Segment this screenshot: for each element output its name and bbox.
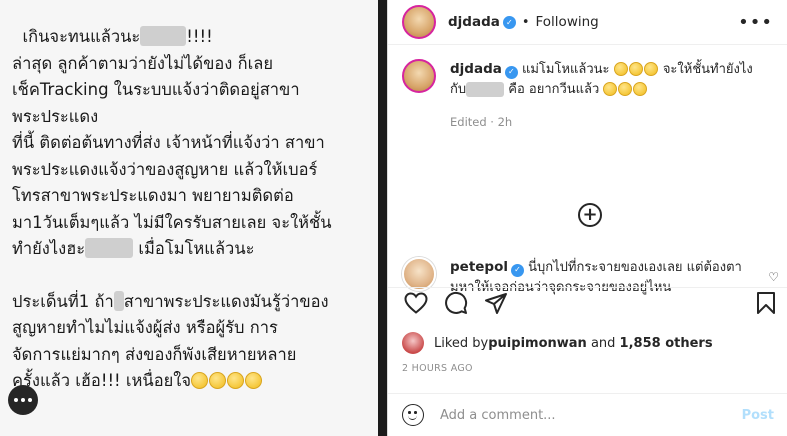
load-more-icon[interactable]: + [578, 203, 602, 227]
caption-text-1: แม่โมโหแล้วนะ [517, 62, 610, 77]
post-panel: djdada ✓ • Following ••• djdada ✓ แม่โมโห… [387, 0, 787, 436]
post-timestamp[interactable]: 2 HOURS AGO [402, 363, 473, 374]
image-text-line: เกินจะทนแล้วนะ!!!! [12, 24, 382, 51]
emoji-icon [603, 82, 618, 96]
comment-input[interactable] [440, 407, 734, 423]
image-text-segment: เช็คTracking ในระบบแจ้งว่าติดอยู่สาขา [12, 80, 300, 99]
image-text-line: ที่นี้ ติดต่อต้นทางที่ส่ง เจ้าหน้าที่แจ้… [12, 130, 382, 157]
caption-text-4: คือ อยากวีนแล้ว [504, 82, 600, 97]
image-text-line: พระประแดงแจ้งว่าของสูญหาย แล้วให้เบอร์ [12, 157, 382, 184]
liker-username[interactable]: puipimonwan [488, 336, 587, 351]
emoji-icon [618, 82, 633, 96]
blurred-text [85, 238, 134, 258]
commenter-username[interactable]: petepol [450, 259, 508, 275]
post-image-text: เกินจะทนแล้วนะ!!!! ล่าสุด ลูกค้าตามว่ายัง… [12, 24, 382, 395]
post-image: เกินจะทนแล้วนะ!!!! ล่าสุด ลูกค้าตามว่ายัง… [0, 0, 387, 436]
emoji-icon [245, 372, 263, 389]
image-text-segment: โทรสาขาพระประแดงมา พยายามติดต่อ [12, 186, 294, 205]
emoji-icon [227, 372, 245, 389]
separator: • [521, 14, 530, 30]
emoji-icon [613, 62, 628, 76]
comment-like-heart-icon[interactable]: ♡ [768, 270, 779, 284]
image-text-segment: เมื่อโมโหแล้วนะ [133, 239, 255, 258]
image-text-segment: ทำยังไงฮะ [12, 239, 86, 258]
liker-avatar[interactable] [402, 332, 424, 354]
blurred-text [113, 290, 124, 311]
image-text-line: มา1วันเต็มๆแล้ว ไม่มีใครรับสายเลย จะให้ช… [12, 210, 382, 237]
likes-summary: Liked by puipimonwan and 1,858 others [402, 332, 713, 354]
share-icon[interactable] [484, 292, 508, 314]
following-button[interactable]: Following [536, 14, 599, 30]
image-text-line: โทรสาขาพระประแดงมา พยายามติดต่อ [12, 183, 382, 210]
blurred-text [466, 82, 505, 97]
image-text-line: สูญหายทำไมไม่แจ้งผู้ส่ง หรือผู้รับ การ [12, 315, 382, 342]
image-text-segment: ครั้งแล้ว เฮ้อ!!! เหนื่อยใจ [12, 371, 192, 390]
author-avatar[interactable] [402, 5, 436, 39]
image-text-line: ครั้งแล้ว เฮ้อ!!! เหนื่อยใจ [12, 368, 382, 395]
emoji-icon [628, 62, 643, 76]
post-header: djdada ✓ • Following ••• [388, 0, 787, 45]
image-text-segment: สูญหายทำไมไม่แจ้งผู้ส่ง หรือผู้รับ การ [12, 318, 278, 337]
verified-badge-icon: ✓ [502, 15, 516, 29]
caption-edited-meta: Edited · 2h [450, 115, 513, 129]
post-comment-button[interactable]: Post [742, 408, 774, 423]
image-text-line: พระประแดง [12, 104, 382, 131]
image-text-segment: จัดการแย่มากๆ ส่งของก็พังเสียหายหลาย [12, 344, 297, 364]
image-text-segment: สาขาพระประแดงมันรู้ว่าของ [123, 291, 329, 311]
caption-text-2: จะให้ชั้นทำยังไง [658, 62, 753, 77]
image-text-line: จัดการแย่มากๆ ส่งของก็พังเสียหายหลาย [12, 342, 382, 369]
image-text-segment: เกินจะทนแล้วนะ [12, 27, 141, 46]
emoji-picker-icon[interactable] [402, 404, 424, 426]
image-text-line: เช็คTracking ในระบบแจ้งว่าติดอยู่สาขา [12, 77, 382, 104]
caption-text-3: กับ [450, 82, 467, 97]
image-text-line: ประเด็นที่1 ถ้า สาขาพระประแดงมันรู้ว่าของ [12, 289, 382, 316]
emoji-icon [643, 62, 658, 76]
emoji-icon [633, 82, 648, 96]
commenter-avatar[interactable] [402, 257, 436, 291]
action-bar [388, 287, 787, 319]
more-options-icon[interactable]: ••• [738, 12, 773, 33]
image-text-segment: มา1วันเต็มๆแล้ว ไม่มีใครรับสายเลย จะให้ช… [12, 212, 332, 232]
image-text-segment: ล่าสุด ลูกค้าตามว่ายังไม่ได้ของ ก็เลย [12, 53, 274, 73]
verified-badge-icon: ✓ [511, 263, 524, 277]
image-text-segment: !!!! [186, 27, 213, 46]
caption-avatar[interactable] [402, 59, 436, 93]
bookmark-icon[interactable] [756, 291, 776, 315]
likes-count[interactable]: 1,858 others [620, 336, 713, 351]
emoji-icon [191, 372, 209, 389]
caption: djdada ✓ แม่โมโหแล้วนะ จะให้ชั้นทำยังไง ก… [402, 59, 773, 132]
author-username[interactable]: djdada [448, 14, 500, 30]
emoji-icon [209, 372, 227, 389]
image-text-segment: พระประแดงแจ้งว่าของสูญหาย แล้วให้เบอร์ [12, 159, 318, 179]
likes-prefix: Liked by [434, 335, 489, 351]
image-text-line: ล่าสุด ลูกค้าตามว่ายังไม่ได้ของ ก็เลย [12, 51, 382, 78]
likes-middle: and [586, 335, 620, 351]
image-text-segment: ที่นี้ ติดต่อต้นทางที่ส่ง เจ้าหน้าที่แจ้… [12, 133, 325, 152]
comment-icon[interactable] [444, 291, 468, 315]
blurred-text [140, 26, 187, 46]
heart-icon[interactable] [404, 292, 428, 314]
image-more-button[interactable] [8, 385, 38, 415]
image-text-segment: ประเด็นที่1 ถ้า [12, 291, 114, 311]
verified-badge-icon: ✓ [504, 65, 518, 79]
image-edge [378, 0, 387, 436]
image-text-segment: พระประแดง [12, 106, 99, 126]
add-comment-bar: Post [388, 393, 787, 436]
image-text-line: ทำยังไงฮะ เมื่อโมโหแล้วนะ [12, 236, 382, 263]
comments-section: djdada ✓ แม่โมโหแล้วนะ จะให้ชั้นทำยังไง ก… [388, 45, 787, 320]
caption-username[interactable]: djdada [450, 61, 502, 77]
